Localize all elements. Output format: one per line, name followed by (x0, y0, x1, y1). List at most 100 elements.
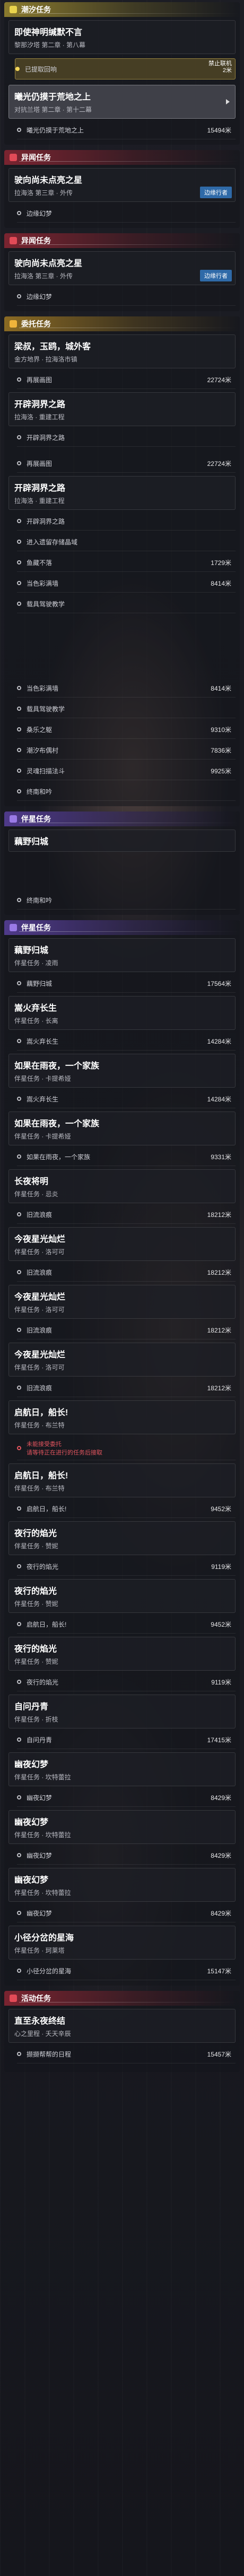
objective-row-warning[interactable]: 未能接受委托 请等待正在进行的任务后接取 (17, 1436, 236, 1460)
quest-card[interactable]: 梁叔，玉鸥，城外客 金方地界 · 拉海洛市镇 (8, 334, 236, 368)
quest-card[interactable]: 幽夜幻梦 伴星任务 · 坎特蕾拉 (8, 1810, 236, 1844)
objective-label: 开辟洞界之路 (27, 434, 65, 442)
objective-row[interactable]: 载具驾驶教学 (17, 700, 236, 718)
section-header-anomaly[interactable]: 异闻任务 (4, 150, 240, 165)
objective-row[interactable]: 灵魂扫描法斗 9925米 (17, 762, 236, 780)
quest-card[interactable]: 幽夜幻梦 伴星任务 · 坎特蕾拉 (8, 1752, 236, 1786)
quest-subtitle: 黎那汐塔 第二章 · 第八幕 (14, 41, 85, 49)
objective-row[interactable]: 幽夜幻梦 8429米 (17, 1904, 236, 1922)
objective-label: 夜行的焰光 (27, 1563, 59, 1571)
quest-card[interactable]: 幽夜幻梦 伴星任务 · 坎特蕾拉 (8, 1868, 236, 1902)
objective-row[interactable]: 旧流浪痕 18212米 (17, 1379, 236, 1397)
objective-marker-icon (17, 211, 21, 215)
quest-card[interactable]: 即使神明缄默不言 黎那汐塔 第二章 · 第八幕 (8, 20, 236, 54)
objective-row[interactable]: 启航日，船长! 9452米 (17, 1499, 236, 1518)
quest-title: 藕野归城 (14, 837, 49, 846)
quest-card[interactable]: 夜行的焰光 伴星任务 · 赞妮 (8, 1637, 236, 1671)
objective-row[interactable]: 进入遗留存储晶域 (17, 533, 236, 551)
objective-row[interactable]: 边缘幻梦 (17, 204, 236, 223)
objective-row[interactable]: 边缘幻梦 (17, 287, 236, 306)
objective-marker-icon (17, 377, 21, 382)
objective-row[interactable]: 幽夜幻梦 8429米 (17, 1846, 236, 1865)
objective-marker-icon (17, 1270, 21, 1274)
objective-row[interactable]: 再展画图 22724米 (17, 454, 236, 473)
quest-card[interactable]: 如果在雨夜，一个家族 伴星任务 · 卡提希娅 (8, 1111, 236, 1145)
objective-row[interactable]: 终南和吟 (17, 782, 236, 801)
objective-row[interactable]: 开辟洞界之路 (17, 428, 236, 447)
quest-card[interactable]: 今夜星光灿烂 伴星任务 · 洛可可 (8, 1343, 236, 1377)
quest-card[interactable]: 今夜星光灿烂 伴星任务 · 洛可可 (8, 1227, 236, 1261)
objective-label: 边缘幻梦 (27, 293, 53, 301)
objective-row[interactable]: 如果在雨夜，一个家族 9331米 (17, 1148, 236, 1166)
objective-row[interactable]: 旧流浪痕 18212米 (17, 1263, 236, 1282)
objective-row[interactable]: 再展画图 22724米 (17, 370, 236, 389)
objective-row[interactable]: 藕野归城 17564米 (17, 974, 236, 993)
quest-subtitle: 伴星任务 · 坎特蕾拉 (14, 1889, 71, 1896)
objective-distance: 17564米 (207, 980, 231, 987)
objective-row[interactable]: 潮汐布偶村 7836米 (17, 741, 236, 760)
objective-row[interactable]: 载具驾驶教学 (17, 595, 236, 613)
quest-card[interactable]: 启航日，船长! 伴星任务 · 布兰特 (8, 1400, 236, 1434)
objective-row[interactable]: 撷撷帮帮的日程 15457米 (17, 2045, 236, 2063)
section-event: 活动任务 直至永夜终结 心之里程 · 夭天辛辰 撷撷帮帮的日程 15457米 (4, 1991, 240, 2072)
objective-label: 撷撷帮帮的日程 (27, 2050, 72, 2058)
quest-card[interactable]: 开辟洞界之路 拉海洛 · 重建工程 (8, 476, 236, 510)
objective-label: 藕野归城 (27, 980, 53, 987)
section-header-anomaly[interactable]: 异闻任务 (4, 233, 240, 248)
quest-title: 夜行的焰光 (14, 1645, 57, 1654)
objective-row[interactable]: 嵩火弃长生 14284米 (17, 1032, 236, 1051)
quest-card[interactable]: 藕野归城 伴星任务 · 凌雨 (8, 938, 236, 972)
quest-card[interactable]: 自问丹青 伴星任务 · 折枝 (8, 1695, 236, 1728)
quest-card[interactable]: 长夜将明 伴星任务 · 忌炎 (8, 1169, 236, 1203)
objective-label: 嵩火弃长生 (27, 1037, 59, 1045)
objective-row[interactable]: 曦光仍摸于荒地之上 15494米 (17, 121, 236, 139)
quest-card[interactable]: 直至永夜终结 心之里程 · 夭天辛辰 (8, 2009, 236, 2043)
objective-row[interactable]: 终南和吟 (17, 891, 236, 910)
section-header-companion[interactable]: 伴星任务 (4, 920, 240, 935)
objective-row[interactable]: 鱼藏不落 1729米 (17, 553, 236, 572)
objective-marker-icon (17, 1911, 21, 1915)
objective-distance: 14284米 (207, 1037, 231, 1045)
quest-card[interactable]: 驶向尚未点亮之星 拉海洛 第三章 · 外传 边缘行者 (8, 251, 236, 285)
objective-row[interactable]: 旧流浪痕 18212米 (17, 1205, 236, 1224)
objective-row[interactable]: 夜行的焰光 9119米 (17, 1557, 236, 1576)
quest-card-selected[interactable]: 曦光仍摸于荒地之上 对抗兰塔 第二章 · 第十二幕 (8, 85, 236, 119)
quest-card[interactable]: 今夜星光灿烂 伴星任务 · 洛可可 (8, 1285, 236, 1319)
objective-row[interactable]: 幽夜幻梦 8429米 (17, 1788, 236, 1807)
quest-card[interactable]: 藕野归城 (8, 830, 236, 852)
objective-row[interactable]: 启航日，船长! 9452米 (17, 1615, 236, 1634)
objective-row[interactable]: 开辟洞界之路 (17, 512, 236, 531)
quest-card[interactable]: 开辟洞界之路 拉海洛 · 重建工程 (8, 392, 236, 426)
header-divider (19, 161, 240, 162)
objective-row[interactable]: 当色彩满墙 8414米 (17, 574, 236, 593)
objective-distance: 9119米 (211, 1678, 231, 1686)
quest-list-panel[interactable]: 潮汐任务 即使神明缄默不言 黎那汐塔 第二章 · 第八幕 已提取回响 禁止联机 … (0, 0, 244, 2576)
objective-row[interactable]: 当色彩满墙 8414米 (17, 679, 236, 698)
quest-card[interactable]: 驶向尚未点亮之星 拉海洛 第三章 · 外传 边缘行者 (8, 168, 236, 202)
section-companion: 伴星任务 藕野归城 终南和吟 (4, 811, 240, 915)
objective-marker-icon (17, 1564, 21, 1568)
quest-card[interactable]: 如果在雨夜，一个家族 伴星任务 · 卡提希娅 (8, 1054, 236, 1088)
objective-row[interactable]: 小径分岔的星海 15147米 (17, 1962, 236, 1980)
objective-marker-icon (17, 602, 21, 606)
quest-card[interactable]: 夜行的焰光 伴星任务 · 赞妮 (8, 1521, 236, 1555)
objective-row-active[interactable]: 已提取回响 禁止联机 2米 (15, 58, 236, 80)
section-header-event[interactable]: 活动任务 (4, 1991, 240, 2006)
objective-distance: 18212米 (207, 1384, 231, 1392)
section-header-tidal[interactable]: 潮汐任务 (4, 2, 240, 17)
section-companion-list: 伴星任务 藕野归城 伴星任务 · 凌雨 藕野归城 17564米 嵩火弃长生 伴星… (4, 920, 240, 1986)
objective-row[interactable]: 夜行的焰光 9119米 (17, 1673, 236, 1691)
quest-card[interactable]: 夜行的焰光 伴星任务 · 赞妮 (8, 1579, 236, 1613)
objective-row[interactable]: 嵩火弃长生 14284米 (17, 1090, 236, 1108)
quest-card[interactable]: 小径分岔的星海 伴星任务 · 珂莱塔 (8, 1926, 236, 1960)
quest-card[interactable]: 启航日，船长! 伴星任务 · 布兰特 (8, 1463, 236, 1497)
section-header-companion[interactable]: 伴星任务 (4, 811, 240, 826)
objective-row[interactable]: 桑乐之躯 9310米 (17, 720, 236, 739)
objective-row[interactable]: 旧流浪痕 18212米 (17, 1321, 236, 1339)
quest-card[interactable]: 嵩火弃长生 伴星任务 · 长离 (8, 996, 236, 1030)
objective-label: 进入遗留存储晶域 (27, 538, 78, 546)
objective-label: 幽夜幻梦 (27, 1909, 53, 1917)
section-header-commission[interactable]: 委托任务 (4, 316, 240, 331)
quest-title: 启航日，船长! (14, 1471, 68, 1480)
objective-row[interactable]: 自问丹青 17415米 (17, 1731, 236, 1749)
